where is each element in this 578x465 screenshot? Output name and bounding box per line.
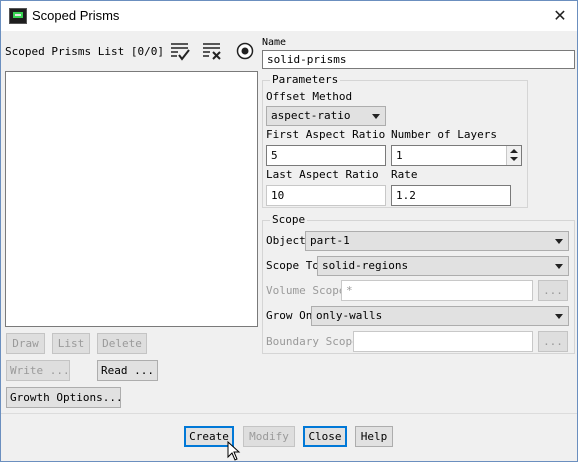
rate-label: Rate [391,168,418,181]
boundary-scope-label: Boundary Scope [266,335,359,348]
scoped-prisms-list-label: Scoped Prisms List [0/0] [5,45,164,58]
chevron-down-icon [555,314,563,319]
number-of-layers-label: Number of Layers [391,128,497,141]
title-bar: Scoped Prisms ✕ [1,1,577,31]
close-button[interactable]: Close [303,426,347,447]
scope-to-dropdown[interactable]: solid-regions [317,256,569,276]
name-input[interactable]: solid-prisms [262,50,575,69]
parameters-title: Parameters [270,73,341,87]
close-window-button[interactable]: ✕ [549,5,571,27]
help-button[interactable]: Help [355,426,393,447]
growth-options-button[interactable]: Growth Options... [6,387,123,408]
spin-up-icon[interactable] [510,149,518,153]
offset-method-label: Offset Method [266,90,353,103]
boundary-scope-browse-button[interactable]: ... [538,331,568,352]
footer-divider [1,413,577,414]
first-aspect-ratio-input[interactable]: 5 [266,145,386,166]
grow-on-value: only-walls [316,309,383,322]
grow-on-label: Grow On [266,309,313,322]
delete-button[interactable]: Delete [97,333,147,354]
last-aspect-ratio-input[interactable]: 10 [266,185,386,206]
offset-method-dropdown[interactable]: aspect-ratio [266,106,386,126]
object-value: part-1 [310,234,350,247]
scope-to-label: Scope To [266,259,319,272]
modify-button[interactable]: Modify [243,426,295,447]
window-title: Scoped Prisms [32,8,120,23]
scoped-prisms-list[interactable] [5,71,258,327]
scope-to-value: solid-regions [322,259,409,272]
boundary-scope-input[interactable] [353,331,533,352]
first-aspect-ratio-label: First Aspect Ratio [266,128,386,141]
chevron-down-icon [555,264,563,269]
offset-method-value: aspect-ratio [271,109,351,122]
number-of-layers-value: 1 [396,149,403,162]
deselect-all-icon[interactable] [200,39,224,63]
list-button[interactable]: List [52,333,90,354]
number-of-layers-input[interactable]: 1 [391,145,522,166]
write-button[interactable]: Write ... [6,360,70,381]
volume-scope-input[interactable]: * [341,280,533,301]
spin-down-icon[interactable] [510,157,518,161]
mouse-cursor-icon [227,440,241,461]
grow-on-dropdown[interactable]: only-walls [311,306,569,326]
volume-scope-label: Volume Scope [266,284,346,297]
select-all-icon[interactable] [168,39,192,63]
radio-target-icon[interactable] [233,39,257,63]
chevron-down-icon [372,114,380,119]
volume-scope-browse-button[interactable]: ... [538,280,568,301]
name-label: Name [262,37,287,48]
scoped-prisms-dialog: Scoped Prisms ✕ Scoped Prisms List [0/0] [0,0,578,462]
scope-title: Scope [270,213,308,227]
chevron-down-icon [555,239,563,244]
read-button[interactable]: Read ... [97,360,158,381]
rate-input[interactable]: 1.2 [391,185,511,206]
app-icon [9,8,27,24]
draw-button[interactable]: Draw [6,333,45,354]
object-label: Object [266,234,306,247]
last-aspect-ratio-label: Last Aspect Ratio [266,168,379,181]
object-dropdown[interactable]: part-1 [305,231,569,251]
number-of-layers-spinner[interactable] [506,146,521,165]
